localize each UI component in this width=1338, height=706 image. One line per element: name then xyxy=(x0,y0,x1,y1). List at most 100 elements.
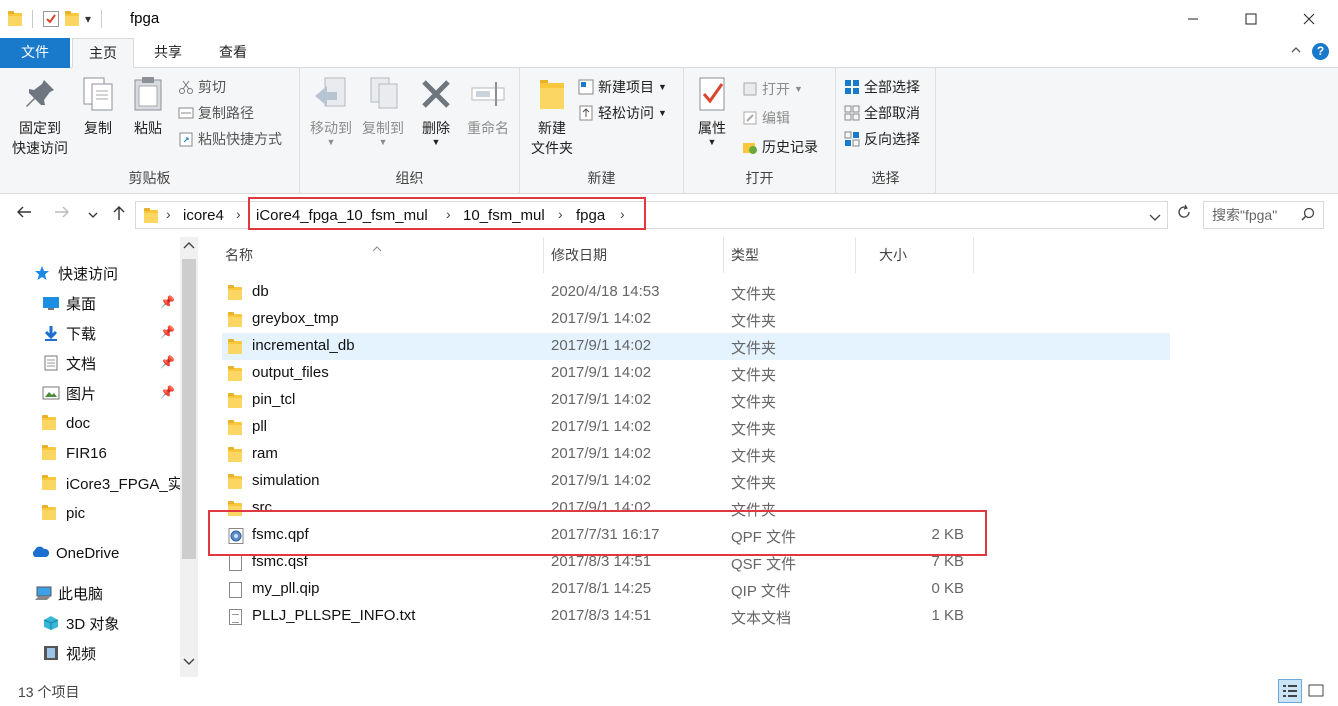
minimize-button[interactable] xyxy=(1164,0,1222,38)
nav-item-downloads[interactable]: 下载 xyxy=(0,319,182,347)
paste-shortcut-button[interactable]: 粘贴快捷方式 xyxy=(178,128,282,150)
address-dropdown-chevron-icon[interactable] xyxy=(1149,210,1161,226)
tab-share[interactable]: 共享 xyxy=(140,38,196,68)
pin-icon[interactable]: 📌 xyxy=(160,385,175,399)
delete-button[interactable]: 删除 ▼ xyxy=(416,74,456,147)
column-header-name[interactable]: 名称 xyxy=(200,237,544,273)
help-icon[interactable]: ? xyxy=(1312,43,1329,60)
copy-to-button[interactable]: 复制到 ▼ xyxy=(356,74,410,147)
file-date: 2017/8/3 14:51 xyxy=(551,607,652,624)
nav-item-icore3-fpga[interactable]: iCore3_FPGA_实 xyxy=(0,469,182,497)
table-row[interactable]: greybox_tmp 2017/9/1 14:02 文件夹 xyxy=(222,306,1170,333)
close-button[interactable] xyxy=(1280,0,1338,38)
search-input[interactable] xyxy=(1204,202,1300,228)
nav-3d-objects[interactable]: 3D 对象 xyxy=(0,609,182,637)
scrollbar-thumb[interactable] xyxy=(182,259,196,559)
table-row[interactable]: incremental_db 2017/9/1 14:02 文件夹 xyxy=(222,333,1170,360)
file-date: 2017/9/1 14:02 xyxy=(551,364,652,381)
edit-button[interactable]: 编辑 xyxy=(742,107,790,129)
breadcrumb-separator[interactable]: › xyxy=(236,206,241,222)
select-all-button[interactable]: 全部选择 xyxy=(844,76,920,98)
tab-view[interactable]: 查看 xyxy=(204,38,262,68)
copy-button[interactable]: 复制 xyxy=(76,74,120,138)
table-row[interactable]: pin_tcl 2017/9/1 14:02 文件夹 xyxy=(222,387,1170,414)
properties-button[interactable]: 属性 ▼ xyxy=(690,74,734,147)
column-header-size[interactable]: 大小 xyxy=(854,237,974,273)
folder-icon xyxy=(228,312,244,328)
paste-button[interactable]: 粘贴 xyxy=(126,74,170,138)
title-bar: ▾ fpga xyxy=(0,0,1338,38)
cloud-icon xyxy=(30,545,50,561)
film-icon xyxy=(42,645,60,661)
maximize-button[interactable] xyxy=(1222,0,1280,38)
nav-item-pic[interactable]: pic xyxy=(0,499,182,527)
table-row[interactable]: PLLJ_PLLSPE_INFO.txt 2017/8/3 14:51 文本文档 1 … xyxy=(222,603,1170,630)
file-icon xyxy=(228,582,244,598)
table-row[interactable]: ram 2017/9/1 14:02 文件夹 xyxy=(222,441,1170,468)
invert-selection-button[interactable]: 反向选择 xyxy=(844,128,920,150)
copy-icon xyxy=(78,74,118,114)
nav-videos[interactable]: 视频 xyxy=(0,639,182,667)
nav-onedrive[interactable]: OneDrive xyxy=(0,539,182,567)
breadcrumb-icore4[interactable]: icore4 xyxy=(183,207,224,224)
chevron-down-icon: ▼ xyxy=(658,108,667,118)
select-none-button[interactable]: 全部取消 xyxy=(844,102,920,124)
history-label: 历史记录 xyxy=(762,139,818,155)
collapse-ribbon-icon[interactable] xyxy=(1290,44,1302,59)
properties-check-icon[interactable] xyxy=(43,11,59,27)
scroll-down-chevron-icon[interactable] xyxy=(183,657,195,670)
tab-file[interactable]: 文件 xyxy=(0,38,70,68)
details-view-button[interactable] xyxy=(1278,679,1302,703)
nav-item-pictures[interactable]: 图片 xyxy=(0,379,182,407)
pin-to-quick-access-button[interactable]: 固定到 快速访问 xyxy=(8,74,72,158)
table-row[interactable]: db 2020/4/18 14:53 文件夹 xyxy=(222,279,1170,306)
scroll-up-chevron-icon[interactable] xyxy=(183,241,195,254)
table-row[interactable]: output_files 2017/9/1 14:02 文件夹 xyxy=(222,360,1170,387)
refresh-icon[interactable] xyxy=(1172,204,1196,228)
table-row[interactable]: simulation 2017/9/1 14:02 文件夹 xyxy=(222,468,1170,495)
rename-button[interactable]: 重命名 xyxy=(462,74,514,138)
pin-icon[interactable]: 📌 xyxy=(160,295,175,309)
table-row[interactable]: my_pll.qip 2017/8/1 14:25 QIP 文件 0 KB xyxy=(222,576,1170,603)
new-item-button[interactable]: 新建项目 ▼ xyxy=(578,76,667,98)
history-button[interactable]: 历史记录 xyxy=(742,136,818,158)
column-header-date[interactable]: 修改日期 xyxy=(526,237,724,273)
search-box[interactable] xyxy=(1203,201,1324,229)
file-type: 文本文档 xyxy=(731,610,792,627)
large-icons-view-button[interactable] xyxy=(1304,679,1328,703)
new-folder-icon[interactable] xyxy=(65,11,79,27)
tab-home[interactable]: 主页 xyxy=(72,38,134,68)
nav-item-doc[interactable]: doc xyxy=(0,409,182,437)
move-to-button[interactable]: 移动到 ▼ xyxy=(304,74,358,147)
pin-icon[interactable]: 📌 xyxy=(160,325,175,339)
open-button[interactable]: 打开 ▼ xyxy=(742,78,803,100)
new-folder-button[interactable]: 新建 文件夹 xyxy=(524,74,580,158)
up-arrow-icon[interactable] xyxy=(112,205,126,226)
column-header-type[interactable]: 类型 xyxy=(706,237,856,273)
file-type: QSF 文件 xyxy=(731,556,797,573)
copy-path-button[interactable]: 复制路径 xyxy=(178,102,254,124)
nav-this-pc[interactable]: 此电脑 xyxy=(0,579,182,607)
cut-button[interactable]: 剪切 xyxy=(178,76,226,98)
easy-access-button[interactable]: 轻松访问 ▼ xyxy=(578,102,667,124)
forward-arrow-icon[interactable] xyxy=(54,205,70,224)
nav-quick-access[interactable]: 快速访问 xyxy=(0,259,182,287)
nav-item-fir16[interactable]: FIR16 xyxy=(0,439,182,467)
qat-dropdown-button[interactable]: ▾ xyxy=(85,12,91,26)
recent-locations-chevron-icon[interactable] xyxy=(88,207,98,225)
nav-quick-access-label: 快速访问 xyxy=(58,265,119,283)
breadcrumb-separator[interactable]: › xyxy=(166,206,171,222)
file-date: 2017/9/1 14:02 xyxy=(551,472,652,489)
computer-icon xyxy=(34,585,52,601)
pin-icon[interactable]: 📌 xyxy=(160,355,175,369)
open-group: 属性 ▼ 打开 ▼ 编辑 历史记录 打开 xyxy=(684,68,836,194)
table-row[interactable]: pll 2017/9/1 14:02 文件夹 xyxy=(222,414,1170,441)
search-icon[interactable] xyxy=(1301,207,1315,224)
back-arrow-icon[interactable] xyxy=(16,205,32,224)
chevron-down-icon: ▼ xyxy=(326,137,336,147)
new-item-icon xyxy=(578,79,594,95)
folder-icon xyxy=(228,366,244,382)
nav-pane-scrollbar[interactable] xyxy=(180,237,198,677)
nav-item-documents[interactable]: 文档 xyxy=(0,349,182,377)
nav-item-desktop[interactable]: 桌面 xyxy=(0,289,182,317)
